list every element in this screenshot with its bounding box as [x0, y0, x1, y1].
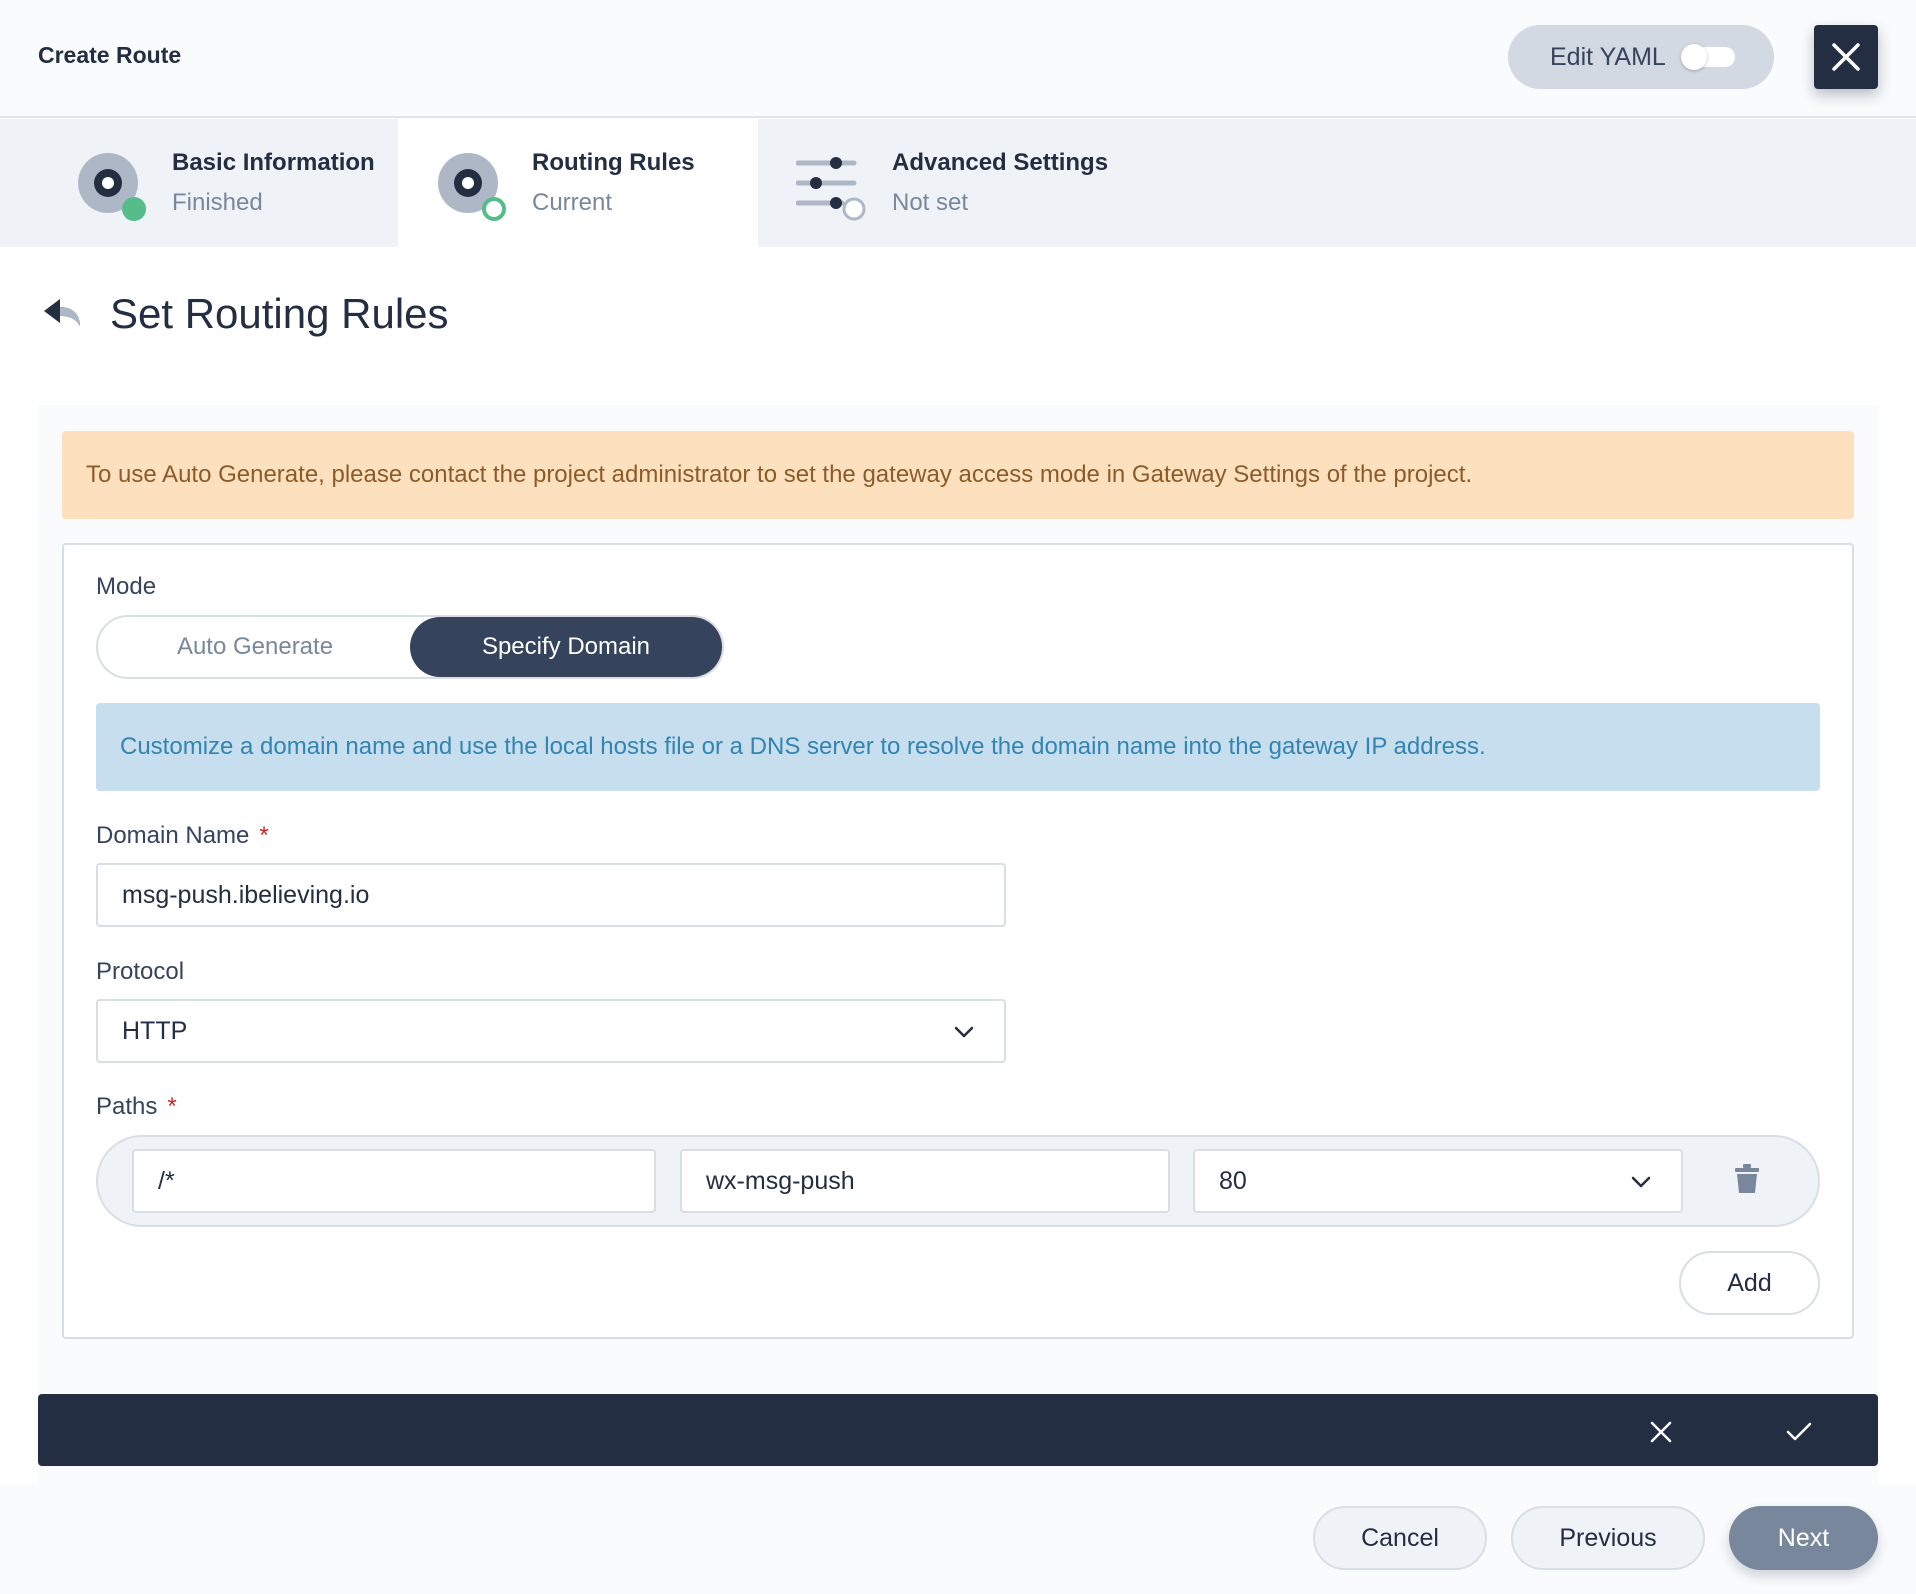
- domain-name-input[interactable]: msg-push.ibelieving.io: [96, 863, 1006, 927]
- step-status: Finished: [172, 189, 263, 216]
- step-title: Basic Information: [172, 149, 375, 176]
- warning-banner: To use Auto Generate, please contact the…: [62, 431, 1854, 519]
- paths-label-text: Paths: [96, 1093, 158, 1120]
- domain-name-label-text: Domain Name: [96, 822, 250, 849]
- port-value: 80: [1219, 1166, 1247, 1195]
- chevron-down-icon: [1631, 1176, 1651, 1188]
- next-button[interactable]: Next: [1729, 1506, 1878, 1570]
- add-path-button[interactable]: Add: [1679, 1251, 1820, 1315]
- step-finished-icon: [78, 153, 146, 221]
- mode-toggle: Auto Generate Specify Domain: [96, 615, 724, 679]
- step-current-icon: [438, 153, 506, 221]
- chevron-down-icon: [954, 1026, 974, 1038]
- edit-yaml-label: Edit YAML: [1550, 42, 1666, 71]
- rule-action-bar: [38, 1394, 1878, 1466]
- required-mark: *: [167, 1093, 177, 1120]
- step-title: Advanced Settings: [892, 149, 1109, 176]
- edit-yaml-toggle[interactable]: Edit YAML: [1508, 25, 1774, 89]
- trash-icon[interactable]: [1734, 1164, 1760, 1194]
- protocol-select[interactable]: HTTP: [96, 999, 1006, 1063]
- sliders-icon: [796, 157, 866, 221]
- step-routing-rules[interactable]: Routing Rules Current: [398, 119, 758, 247]
- close-button[interactable]: [1814, 25, 1878, 89]
- service-input[interactable]: wx-msg-push: [680, 1149, 1170, 1213]
- back-arrow-icon[interactable]: [42, 296, 84, 332]
- protocol-label: Protocol: [96, 958, 185, 985]
- wizard-steps: Basic Information Finished Routing Rules…: [0, 119, 1916, 247]
- cancel-button[interactable]: Cancel: [1313, 1506, 1487, 1570]
- path-input[interactable]: /*: [132, 1149, 656, 1213]
- port-select[interactable]: 80: [1193, 1149, 1683, 1213]
- cancel-rule-icon[interactable]: [1650, 1421, 1672, 1443]
- mode-label: Mode: [96, 573, 157, 600]
- protocol-value: HTTP: [122, 1016, 188, 1045]
- info-banner: Customize a domain name and use the loca…: [96, 703, 1820, 791]
- step-basic-information[interactable]: Basic Information Finished: [0, 119, 398, 247]
- modal-title: Create Route: [38, 42, 182, 68]
- paths-label: Paths *: [96, 1093, 177, 1121]
- mode-specify-domain[interactable]: Specify Domain: [410, 617, 722, 677]
- mode-auto-generate[interactable]: Auto Generate: [98, 617, 412, 677]
- close-icon: [1832, 43, 1860, 71]
- step-advanced-settings[interactable]: Advanced Settings Not set: [758, 119, 1158, 247]
- yaml-switch-knob: [1681, 44, 1707, 70]
- confirm-rule-icon[interactable]: [1786, 1421, 1812, 1443]
- step-title: Routing Rules: [532, 149, 695, 176]
- modal-header: Create Route Edit YAML: [0, 0, 1916, 118]
- domain-name-label: Domain Name *: [96, 822, 269, 850]
- yaml-switch[interactable]: [1681, 44, 1735, 70]
- previous-button[interactable]: Previous: [1511, 1506, 1705, 1570]
- required-mark: *: [259, 822, 269, 849]
- step-status: Current: [532, 189, 613, 216]
- section-title: Set Routing Rules: [110, 290, 449, 337]
- step-status: Not set: [892, 189, 969, 216]
